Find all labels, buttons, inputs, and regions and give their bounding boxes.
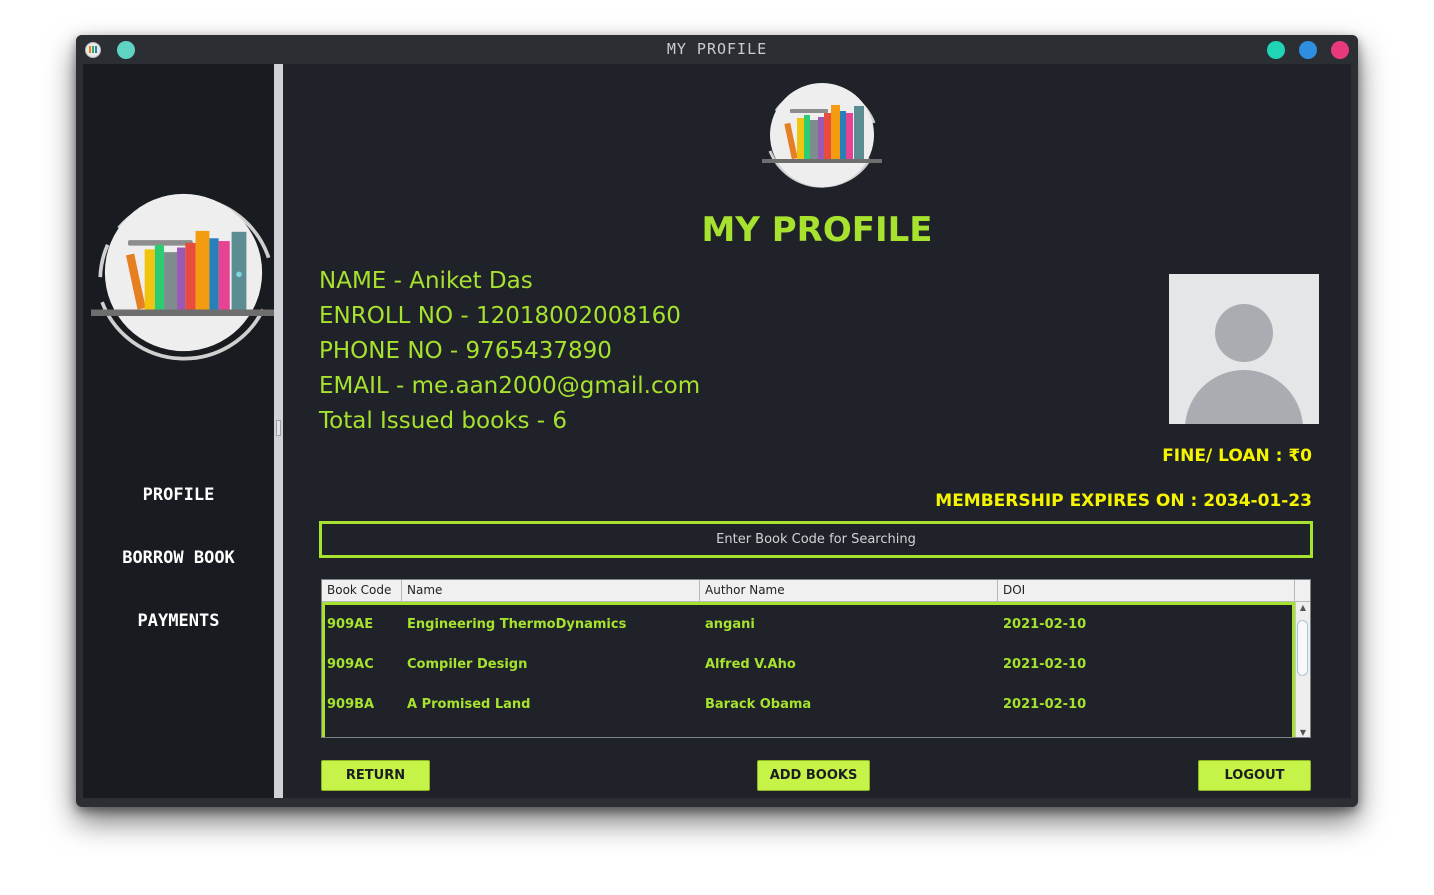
return-button[interactable]: RETURN bbox=[321, 760, 430, 791]
scroll-down-arrow-icon[interactable]: ▼ bbox=[1298, 728, 1308, 737]
column-header-book-code[interactable]: Book Code bbox=[322, 580, 402, 601]
bookshelf-logo-icon bbox=[91, 193, 276, 361]
table-body: 909AE Engineering ThermoDynamics angani … bbox=[322, 602, 1295, 737]
phone-line: PHONE NO - 9765437890 bbox=[319, 338, 612, 364]
cell-author: Barack Obama bbox=[705, 697, 812, 712]
fine-loan-label: FINE/ LOAN : ₹0 bbox=[1162, 446, 1312, 466]
minimize-button[interactable] bbox=[1267, 41, 1285, 59]
sidebar: PROFILE BORROW BOOK PAYMENTS bbox=[83, 64, 276, 798]
issued-books-table: Book Code Name Author Name DOI 909AE Eng… bbox=[321, 579, 1311, 738]
cell-name: Engineering ThermoDynamics bbox=[407, 617, 627, 632]
app-window: MY PROFILE PROFILE BORROW BOOK PAYMENTS … bbox=[76, 35, 1358, 807]
profile-panel: MY PROFILE NAME - Aniket Das ENROLL NO -… bbox=[283, 64, 1351, 798]
enroll-line: ENROLL NO - 12018002008160 bbox=[319, 303, 681, 329]
membership-expiry-label: MEMBERSHIP EXPIRES ON : 2034-01-23 bbox=[935, 491, 1312, 511]
cell-doi: 2021-02-10 bbox=[1003, 617, 1087, 632]
column-header-name[interactable]: Name bbox=[402, 580, 700, 601]
table-row[interactable]: 909BA A Promised Land Barack Obama 2021-… bbox=[325, 685, 1292, 725]
table-header-corner bbox=[1295, 580, 1310, 602]
table-row[interactable]: 909AC Compiler Design Alfred V.Aho 2021-… bbox=[325, 645, 1292, 685]
user-avatar-icon bbox=[1169, 274, 1319, 424]
page-title: MY PROFILE bbox=[701, 210, 933, 250]
column-header-author[interactable]: Author Name bbox=[700, 580, 998, 601]
cell-name: Compiler Design bbox=[407, 657, 528, 672]
close-button[interactable] bbox=[1331, 41, 1349, 59]
cell-author: angani bbox=[705, 617, 755, 632]
nav-borrow-book[interactable]: BORROW BOOK bbox=[83, 548, 274, 568]
table-header: Book Code Name Author Name DOI bbox=[322, 580, 1295, 602]
divider-grip-icon[interactable] bbox=[276, 420, 281, 436]
maximize-button[interactable] bbox=[1299, 41, 1317, 59]
logout-button[interactable]: LOGOUT bbox=[1198, 760, 1311, 791]
email-line: EMAIL - me.aan2000@gmail.com bbox=[319, 373, 701, 399]
cell-book-code: 909BA bbox=[327, 697, 375, 712]
bookshelf-header-icon bbox=[762, 83, 882, 188]
name-line: NAME - Aniket Das bbox=[319, 268, 533, 294]
split-pane-divider[interactable] bbox=[274, 64, 283, 798]
issued-books-line: Total Issued books - 6 bbox=[319, 408, 568, 434]
nav-payments[interactable]: PAYMENTS bbox=[83, 611, 274, 631]
add-books-button[interactable]: ADD BOOKS bbox=[757, 760, 870, 791]
title-bar[interactable]: MY PROFILE bbox=[76, 35, 1358, 64]
window-title: MY PROFILE bbox=[666, 40, 768, 58]
cell-book-code: 909AC bbox=[327, 657, 374, 672]
nav-profile[interactable]: PROFILE bbox=[83, 485, 274, 505]
cell-book-code: 909AE bbox=[327, 617, 374, 632]
cell-doi: 2021-02-10 bbox=[1003, 657, 1087, 672]
cell-author: Alfred V.Aho bbox=[705, 657, 796, 672]
scrollbar-thumb[interactable] bbox=[1297, 620, 1308, 676]
cell-doi: 2021-02-10 bbox=[1003, 697, 1087, 712]
book-code-search-input[interactable] bbox=[319, 521, 1313, 558]
content-frame: PROFILE BORROW BOOK PAYMENTS MY PROFILE … bbox=[83, 64, 1351, 798]
table-row[interactable]: 909AE Engineering ThermoDynamics angani … bbox=[325, 605, 1292, 645]
cell-name: A Promised Land bbox=[407, 697, 531, 712]
table-scrollbar[interactable]: ▲ ▼ bbox=[1295, 602, 1310, 737]
column-header-doi[interactable]: DOI bbox=[998, 580, 1295, 601]
scroll-up-arrow-icon[interactable]: ▲ bbox=[1298, 603, 1308, 612]
